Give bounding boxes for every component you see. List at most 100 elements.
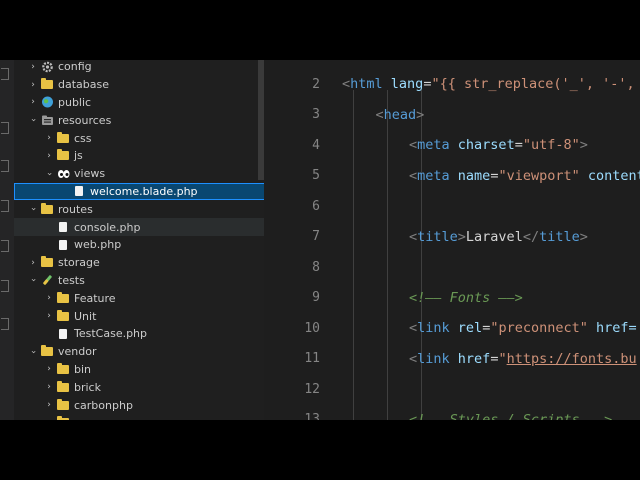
explorer-folder-item[interactable]: › composer <box>14 414 264 420</box>
explorer-file-item[interactable]: console.php <box>14 218 264 236</box>
chevron-right-icon[interactable]: › <box>44 364 54 374</box>
activity-bar-icon[interactable] <box>1 68 9 80</box>
code-line[interactable]: 7 <title>Laravel</title> <box>264 222 640 253</box>
folder-icon <box>40 256 54 269</box>
activity-bar-icon[interactable] <box>1 160 9 172</box>
file-icon <box>56 328 70 340</box>
code-text: <html lang="{{ str_replace('_', '-', <box>342 76 635 92</box>
chevron-right-icon[interactable]: › <box>44 418 54 420</box>
activity-bar-icon[interactable] <box>1 318 9 330</box>
activity-bar <box>0 60 14 420</box>
code-line[interactable]: 5 <meta name="viewport" content <box>264 161 640 192</box>
explorer-item-label: routes <box>58 202 93 216</box>
explorer-folder-item[interactable]: › views <box>14 165 264 183</box>
explorer-item-label: web.php <box>74 238 122 252</box>
explorer-item-label: bin <box>74 362 92 376</box>
chevron-down-icon[interactable]: › <box>28 347 38 357</box>
code-token: html <box>350 76 383 93</box>
explorer-item-label: welcome.blade.php <box>90 184 198 198</box>
explorer-folder-item[interactable]: › tests <box>14 272 264 290</box>
explorer-file-item[interactable]: welcome.blade.php <box>14 182 264 201</box>
file-icon <box>56 239 70 251</box>
explorer-folder-item[interactable]: › js <box>14 147 264 165</box>
chevron-right-icon[interactable]: › <box>28 258 38 268</box>
explorer-item-label: css <box>74 131 92 145</box>
explorer-folder-item[interactable]: › resources <box>14 111 264 129</box>
explorer-folder-item[interactable]: › database <box>14 76 264 94</box>
activity-bar-icon[interactable] <box>1 200 9 212</box>
chevron-right-icon[interactable]: › <box>28 62 38 72</box>
code-editor[interactable]: 2 <html lang="{{ str_replace('_', '-', 3 <… <box>264 60 640 420</box>
code-line[interactable]: 12 <box>264 374 640 405</box>
code-line[interactable]: 3 <head> <box>264 100 640 131</box>
folder-icon <box>40 202 54 215</box>
code-token: < <box>409 228 418 245</box>
views-folder-icon <box>56 168 70 180</box>
line-number: 2 <box>312 76 320 92</box>
explorer-folder-item[interactable]: › storage <box>14 254 264 272</box>
code-token: head <box>383 106 417 123</box>
explorer-folder-item[interactable]: › carbonphp <box>14 396 264 414</box>
explorer-folder-item[interactable]: › config <box>14 60 264 76</box>
chevron-right-icon[interactable]: › <box>44 382 54 392</box>
explorer-folder-item[interactable]: › Unit <box>14 307 264 325</box>
activity-bar-icon[interactable] <box>1 122 9 134</box>
code-token: < <box>375 106 384 123</box>
line-number: 11 <box>304 351 320 367</box>
code-line[interactable]: 2 <html lang="{{ str_replace('_', '-', <box>264 69 640 100</box>
code-line[interactable]: 9 <!—— Fonts ——> <box>264 283 640 314</box>
explorer-folder-item[interactable]: › css <box>14 129 264 147</box>
code-token: content <box>587 167 640 184</box>
chevron-down-icon[interactable]: › <box>44 169 54 179</box>
resources-folder-icon <box>40 114 54 126</box>
activity-bar-icon[interactable] <box>1 280 9 292</box>
code-line[interactable]: 13 <!—— Styles / Scripts ——> <box>264 405 640 420</box>
explorer-folder-item[interactable]: › bin <box>14 361 264 379</box>
code-token: </ <box>522 228 540 245</box>
code-token: > <box>579 137 588 154</box>
explorer-folder-item[interactable]: › vendor <box>14 343 264 361</box>
code-token: name <box>457 167 491 184</box>
explorer-item-label: database <box>58 78 109 92</box>
explorer-file-item[interactable]: TestCase.php <box>14 325 264 343</box>
code-line[interactable]: 4 <meta charset="utf-8"> <box>264 130 640 161</box>
code-text: <meta name="viewport" content <box>409 168 640 184</box>
explorer-folder-item[interactable]: › public <box>14 94 264 112</box>
code-line[interactable]: 8 <box>264 252 640 283</box>
chevron-right-icon[interactable]: › <box>28 80 38 90</box>
folder-icon <box>56 309 70 322</box>
code-line[interactable]: 11 <link href="https://fonts.bu <box>264 344 640 375</box>
chevron-down-icon[interactable]: › <box>28 204 38 214</box>
chevron-right-icon[interactable]: › <box>28 97 38 107</box>
activity-bar-icon[interactable] <box>1 240 9 252</box>
code-text: <!—— Fonts ——> <box>409 290 523 306</box>
line-number: 13 <box>304 412 320 420</box>
chevron-down-icon[interactable]: › <box>28 275 38 285</box>
explorer-folder-item[interactable]: › routes <box>14 200 264 218</box>
line-number: 6 <box>312 198 320 214</box>
explorer-folder-item[interactable]: › brick <box>14 378 264 396</box>
explorer-item-label: storage <box>58 256 100 270</box>
code-token: link <box>417 350 450 367</box>
chevron-right-icon[interactable]: › <box>44 400 54 410</box>
line-number: 9 <box>312 290 320 306</box>
explorer-folder-item[interactable]: › Feature <box>14 289 264 307</box>
code-token: < <box>409 167 418 184</box>
code-line[interactable]: 10 <link rel="preconnect" href= <box>264 313 640 344</box>
globe-icon <box>40 96 54 108</box>
code-line[interactable]: 6 <box>264 191 640 222</box>
chevron-right-icon[interactable]: › <box>44 151 54 161</box>
code-text: <head> <box>376 107 425 123</box>
chevron-right-icon[interactable]: › <box>44 293 54 303</box>
chevron-down-icon[interactable]: › <box>28 115 38 125</box>
code-token: = <box>514 137 523 154</box>
explorer-file-item[interactable]: web.php <box>14 236 264 254</box>
code-token: > <box>579 228 588 245</box>
code-token: > <box>457 228 466 245</box>
explorer-item-label: composer <box>74 416 128 420</box>
chevron-right-icon[interactable]: › <box>44 311 54 321</box>
chevron-right-icon[interactable]: › <box>44 133 54 143</box>
